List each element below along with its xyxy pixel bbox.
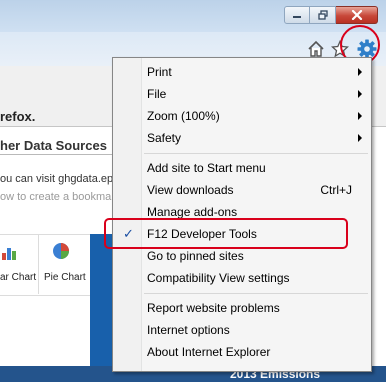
firefox-text: refox. <box>0 109 36 124</box>
pie-chart-icon[interactable] <box>52 242 70 260</box>
menu-item-label: Print <box>147 65 172 79</box>
menu-item-label: Report website problems <box>147 301 280 315</box>
data-sources-tab[interactable]: her Data Sources <box>0 138 107 153</box>
close-icon <box>351 10 362 20</box>
menu-item-compatibility-view[interactable]: Compatibility View settings <box>114 267 370 289</box>
menu-item-shortcut: Ctrl+J <box>320 183 352 197</box>
menu-item-file[interactable]: File <box>114 83 370 105</box>
minimize-icon <box>293 16 301 18</box>
menu-item-label: Go to pinned sites <box>147 249 244 263</box>
menu-item-label: File <box>147 87 167 101</box>
menu-item-label: Add site to Start menu <box>147 161 266 175</box>
menu-item-label: View downloads <box>147 183 234 197</box>
submenu-arrow-icon <box>358 68 362 76</box>
f12-highlight-box <box>104 218 348 249</box>
maximize-button[interactable] <box>310 6 336 24</box>
menu-item-label: Safety <box>147 131 182 145</box>
menu-item-label: About Internet Explorer <box>147 345 271 359</box>
bar-chart-label[interactable]: ar Chart <box>0 272 36 283</box>
menu-item-label: Manage add-ons <box>147 205 238 219</box>
home-icon <box>308 40 324 57</box>
window-controls <box>284 6 378 24</box>
pie-chart-label[interactable]: Pie Chart <box>44 272 86 283</box>
menu-item-report-website-problems[interactable]: Report website problems <box>114 297 370 319</box>
minimize-button[interactable] <box>284 6 310 24</box>
menu-item-label: Zoom (100%) <box>147 109 220 123</box>
menu-item-zoom[interactable]: Zoom (100%) <box>114 105 370 127</box>
menu-item-view-downloads[interactable]: View downloads Ctrl+J <box>114 179 370 201</box>
menu-separator <box>144 153 368 154</box>
maximize-icon <box>317 10 328 20</box>
menu-item-label: Compatibility View settings <box>147 271 290 285</box>
home-button[interactable] <box>306 39 326 59</box>
close-button[interactable] <box>336 6 378 24</box>
menu-item-safety[interactable]: Safety <box>114 127 370 149</box>
menu-item-print[interactable]: Print <box>114 61 370 83</box>
menu-item-about-internet-explorer[interactable]: About Internet Explorer <box>114 341 370 363</box>
menu-item-add-site-to-start[interactable]: Add site to Start menu <box>114 157 370 179</box>
tab-underline <box>0 154 112 155</box>
submenu-arrow-icon <box>358 112 362 120</box>
submenu-arrow-icon <box>358 90 362 98</box>
howto-link[interactable]: ow to create a bookman <box>0 191 117 203</box>
bar-chart-icon[interactable] <box>2 244 18 260</box>
tools-menu: Print File Zoom (100%) Safety Add site t… <box>112 57 372 372</box>
visit-text: ou can visit ghgdata.epa <box>0 173 120 185</box>
menu-separator <box>144 293 368 294</box>
chart-separator <box>38 234 39 294</box>
submenu-arrow-icon <box>358 134 362 142</box>
menu-item-internet-options[interactable]: Internet options <box>114 319 370 341</box>
menu-item-label: Internet options <box>147 323 230 337</box>
